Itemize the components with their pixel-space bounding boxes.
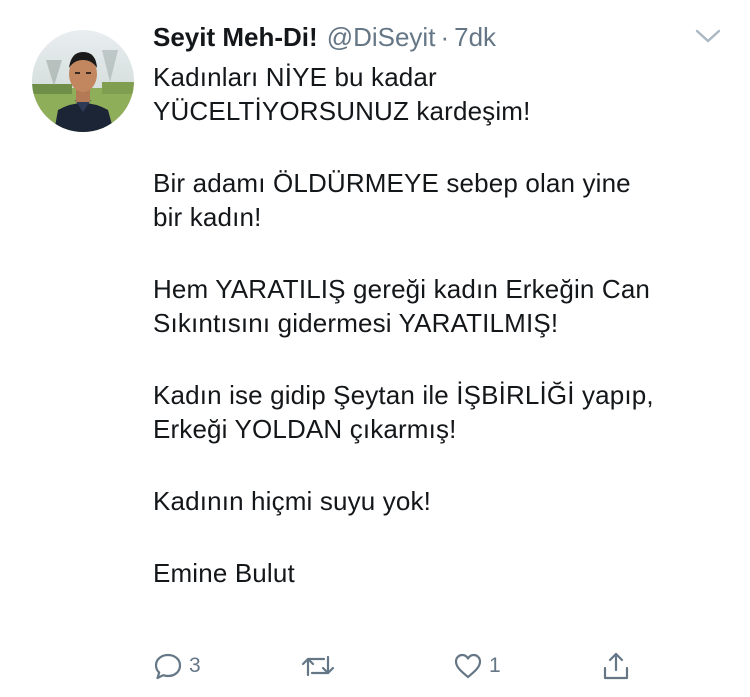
tweet-paragraph: Hem YARATILIŞ gereği kadın Erkeğin Can S… [153,272,738,340]
retweet-icon [300,651,336,681]
retweet-button[interactable] [300,646,342,686]
tweet-line: Kadın ise gidip Şeytan ile İŞBİRLİĞİ yap… [153,380,654,410]
share-icon [601,650,631,682]
chevron-down-icon[interactable] [693,24,723,48]
tweet-line: Sıkıntısını gidermesi YARATILMIŞ! [153,308,559,338]
tweet-paragraph: Kadınları NİYE bu kadar YÜCELTİYORSUNUZ … [153,60,738,128]
tweet-line: Erkeği YOLDAN çıkarmış! [153,414,457,444]
reply-button[interactable]: 3 [153,646,201,686]
reply-count: 3 [189,654,201,677]
tweet-line: Kadınları NİYE bu kadar [153,62,437,92]
tweet-paragraph: Emine Bulut [153,556,738,590]
tweet-line: Emine Bulut [153,558,295,588]
separator: · [440,22,450,52]
tweet-header: Seyit Meh-Di! @DiSeyit · 7dk [153,22,496,58]
author-handle[interactable]: @DiSeyit [327,22,436,53]
author-name[interactable]: Seyit Meh-Di! [153,22,318,53]
heart-icon [453,651,483,681]
share-button[interactable] [601,646,631,686]
tweet-actions: 3 1 [0,646,750,686]
like-button[interactable]: 1 [453,646,501,686]
tweet-text: Kadınları NİYE bu kadar YÜCELTİYORSUNUZ … [153,60,738,628]
tweet-line: YÜCELTİYORSUNUZ kardeşim! [153,96,531,126]
tweet-paragraph: Bir adamı ÖLDÜRMEYE sebep olan yine bir … [153,166,738,234]
reply-icon [153,651,183,681]
avatar[interactable] [32,30,134,132]
tweet-line: bir kadın! [153,202,262,232]
like-count: 1 [489,654,501,677]
tweet-line: Hem YARATILIŞ gereği kadın Erkeğin Can [153,274,651,304]
tweet-line: Kadının hiçmi suyu yok! [153,486,432,516]
tweet-paragraph: Kadın ise gidip Şeytan ile İŞBİRLİĞİ yap… [153,378,738,446]
tweet-paragraph: Kadının hiçmi suyu yok! [153,484,738,518]
tweet-line: Bir adamı ÖLDÜRMEYE sebep olan yine [153,168,631,198]
timestamp[interactable]: 7dk [454,22,496,53]
